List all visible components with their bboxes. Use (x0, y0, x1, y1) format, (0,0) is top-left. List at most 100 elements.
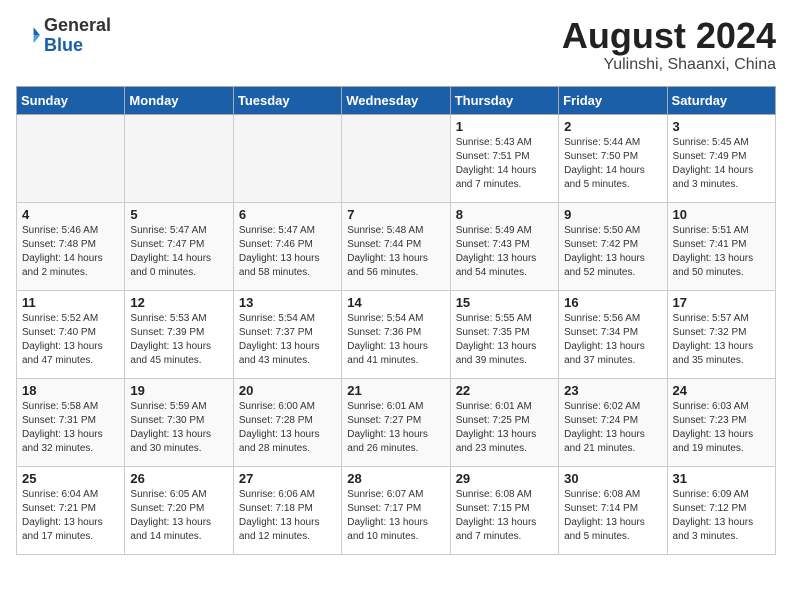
day-number: 9 (564, 207, 661, 222)
calendar-week-3: 11Sunrise: 5:52 AM Sunset: 7:40 PM Dayli… (17, 290, 776, 378)
day-number: 28 (347, 471, 444, 486)
day-info: Sunrise: 5:51 AM Sunset: 7:41 PM Dayligh… (673, 224, 770, 280)
calendar-cell: 14 Sunrise: 5:54 AM Sunset: 7:36 PM Dayli… (342, 290, 450, 378)
calendar-week-2: 4Sunrise: 5:46 AM Sunset: 7:48 PM Daylig… (17, 202, 776, 290)
calendar-cell: 6 Sunrise: 5:47 AM Sunset: 7:46 PM Daylig… (233, 202, 341, 290)
day-number: 24 (673, 383, 770, 398)
day-info: Sunrise: 6:08 AM Sunset: 7:14 PM Dayligh… (564, 488, 661, 544)
day-number: 22 (456, 383, 553, 398)
calendar-week-1: 1 Sunrise: 5:43 AM Sunset: 7:51 PM Daylig… (17, 114, 776, 202)
calendar-cell (233, 114, 341, 202)
calendar-cell (17, 114, 125, 202)
day-number: 21 (347, 383, 444, 398)
calendar-cell: 4Sunrise: 5:46 AM Sunset: 7:48 PM Daylig… (17, 202, 125, 290)
calendar-cell: 17 Sunrise: 5:57 AM Sunset: 7:32 PM Dayli… (667, 290, 775, 378)
weekday-header-sunday: Sunday (17, 86, 125, 114)
day-number: 2 (564, 119, 661, 134)
day-info: Sunrise: 5:47 AM Sunset: 7:47 PM Dayligh… (130, 224, 227, 280)
day-info: Sunrise: 5:45 AM Sunset: 7:49 PM Dayligh… (673, 136, 770, 192)
day-number: 17 (673, 295, 770, 310)
logo: General Blue (16, 16, 111, 56)
title-block: August 2024 Yulinshi, Shaanxi, China (562, 16, 776, 74)
calendar-cell: 2 Sunrise: 5:44 AM Sunset: 7:50 PM Daylig… (559, 114, 667, 202)
calendar-cell: 12 Sunrise: 5:53 AM Sunset: 7:39 PM Dayli… (125, 290, 233, 378)
calendar-table: SundayMondayTuesdayWednesdayThursdayFrid… (16, 86, 776, 555)
day-number: 12 (130, 295, 227, 310)
day-info: Sunrise: 5:53 AM Sunset: 7:39 PM Dayligh… (130, 312, 227, 368)
day-info: Sunrise: 6:05 AM Sunset: 7:20 PM Dayligh… (130, 488, 227, 544)
day-number: 6 (239, 207, 336, 222)
day-number: 26 (130, 471, 227, 486)
calendar-cell: 30 Sunrise: 6:08 AM Sunset: 7:14 PM Dayli… (559, 466, 667, 554)
month-year: August 2024 (562, 16, 776, 56)
calendar-cell: 28 Sunrise: 6:07 AM Sunset: 7:17 PM Dayli… (342, 466, 450, 554)
calendar-cell: 18 Sunrise: 5:58 AM Sunset: 7:31 PM Dayli… (17, 378, 125, 466)
calendar-cell: 23Sunrise: 6:02 AM Sunset: 7:24 PM Dayli… (559, 378, 667, 466)
calendar-cell: 11Sunrise: 5:52 AM Sunset: 7:40 PM Dayli… (17, 290, 125, 378)
location: Yulinshi, Shaanxi, China (562, 56, 776, 74)
calendar-cell: 7 Sunrise: 5:48 AM Sunset: 7:44 PM Daylig… (342, 202, 450, 290)
day-info: Sunrise: 5:47 AM Sunset: 7:46 PM Dayligh… (239, 224, 336, 280)
day-info: Sunrise: 5:54 AM Sunset: 7:36 PM Dayligh… (347, 312, 444, 368)
day-number: 16 (564, 295, 661, 310)
day-info: Sunrise: 6:07 AM Sunset: 7:17 PM Dayligh… (347, 488, 444, 544)
day-info: Sunrise: 5:58 AM Sunset: 7:31 PM Dayligh… (22, 400, 119, 456)
weekday-header-wednesday: Wednesday (342, 86, 450, 114)
logo-blue-text: Blue (44, 35, 83, 55)
day-info: Sunrise: 6:08 AM Sunset: 7:15 PM Dayligh… (456, 488, 553, 544)
weekday-header-friday: Friday (559, 86, 667, 114)
calendar-cell: 22 Sunrise: 6:01 AM Sunset: 7:25 PM Dayli… (450, 378, 558, 466)
day-info: Sunrise: 5:44 AM Sunset: 7:50 PM Dayligh… (564, 136, 661, 192)
calendar-cell: 31 Sunrise: 6:09 AM Sunset: 7:12 PM Dayli… (667, 466, 775, 554)
calendar-cell: 19Sunrise: 5:59 AM Sunset: 7:30 PM Dayli… (125, 378, 233, 466)
day-info: Sunrise: 5:49 AM Sunset: 7:43 PM Dayligh… (456, 224, 553, 280)
calendar-cell: 20Sunrise: 6:00 AM Sunset: 7:28 PM Dayli… (233, 378, 341, 466)
day-number: 4 (22, 207, 119, 222)
day-number: 1 (456, 119, 553, 134)
day-info: Sunrise: 5:52 AM Sunset: 7:40 PM Dayligh… (22, 312, 119, 368)
day-number: 14 (347, 295, 444, 310)
calendar-cell: 21 Sunrise: 6:01 AM Sunset: 7:27 PM Dayli… (342, 378, 450, 466)
day-number: 15 (456, 295, 553, 310)
weekday-header-thursday: Thursday (450, 86, 558, 114)
logo-general-text: General (44, 15, 111, 35)
calendar-cell: 8Sunrise: 5:49 AM Sunset: 7:43 PM Daylig… (450, 202, 558, 290)
weekday-header-saturday: Saturday (667, 86, 775, 114)
calendar-cell: 26 Sunrise: 6:05 AM Sunset: 7:20 PM Dayli… (125, 466, 233, 554)
day-number: 7 (347, 207, 444, 222)
day-info: Sunrise: 6:00 AM Sunset: 7:28 PM Dayligh… (239, 400, 336, 456)
day-info: Sunrise: 5:54 AM Sunset: 7:37 PM Dayligh… (239, 312, 336, 368)
calendar-cell (125, 114, 233, 202)
calendar-week-5: 25 Sunrise: 6:04 AM Sunset: 7:21 PM Dayli… (17, 466, 776, 554)
calendar-cell: 15 Sunrise: 5:55 AM Sunset: 7:35 PM Dayli… (450, 290, 558, 378)
day-number: 25 (22, 471, 119, 486)
page-header: General Blue August 2024 Yulinshi, Shaan… (16, 16, 776, 74)
calendar-cell: 24Sunrise: 6:03 AM Sunset: 7:23 PM Dayli… (667, 378, 775, 466)
calendar-cell: 9Sunrise: 5:50 AM Sunset: 7:42 PM Daylig… (559, 202, 667, 290)
day-info: Sunrise: 6:01 AM Sunset: 7:27 PM Dayligh… (347, 400, 444, 456)
calendar-cell: 5Sunrise: 5:47 AM Sunset: 7:47 PM Daylig… (125, 202, 233, 290)
day-info: Sunrise: 6:09 AM Sunset: 7:12 PM Dayligh… (673, 488, 770, 544)
day-info: Sunrise: 5:55 AM Sunset: 7:35 PM Dayligh… (456, 312, 553, 368)
calendar-cell: 3Sunrise: 5:45 AM Sunset: 7:49 PM Daylig… (667, 114, 775, 202)
day-info: Sunrise: 5:43 AM Sunset: 7:51 PM Dayligh… (456, 136, 553, 192)
day-number: 23 (564, 383, 661, 398)
day-info: Sunrise: 5:57 AM Sunset: 7:32 PM Dayligh… (673, 312, 770, 368)
day-number: 30 (564, 471, 661, 486)
day-number: 18 (22, 383, 119, 398)
day-number: 27 (239, 471, 336, 486)
weekday-header-monday: Monday (125, 86, 233, 114)
weekday-header-row: SundayMondayTuesdayWednesdayThursdayFrid… (17, 86, 776, 114)
calendar-cell: 16Sunrise: 5:56 AM Sunset: 7:34 PM Dayli… (559, 290, 667, 378)
calendar-cell: 13 Sunrise: 5:54 AM Sunset: 7:37 PM Dayli… (233, 290, 341, 378)
logo-icon (16, 24, 40, 48)
day-info: Sunrise: 5:48 AM Sunset: 7:44 PM Dayligh… (347, 224, 444, 280)
day-number: 10 (673, 207, 770, 222)
day-info: Sunrise: 6:04 AM Sunset: 7:21 PM Dayligh… (22, 488, 119, 544)
day-number: 31 (673, 471, 770, 486)
day-info: Sunrise: 6:01 AM Sunset: 7:25 PM Dayligh… (456, 400, 553, 456)
day-number: 13 (239, 295, 336, 310)
day-number: 19 (130, 383, 227, 398)
day-info: Sunrise: 6:06 AM Sunset: 7:18 PM Dayligh… (239, 488, 336, 544)
calendar-cell: 1 Sunrise: 5:43 AM Sunset: 7:51 PM Daylig… (450, 114, 558, 202)
